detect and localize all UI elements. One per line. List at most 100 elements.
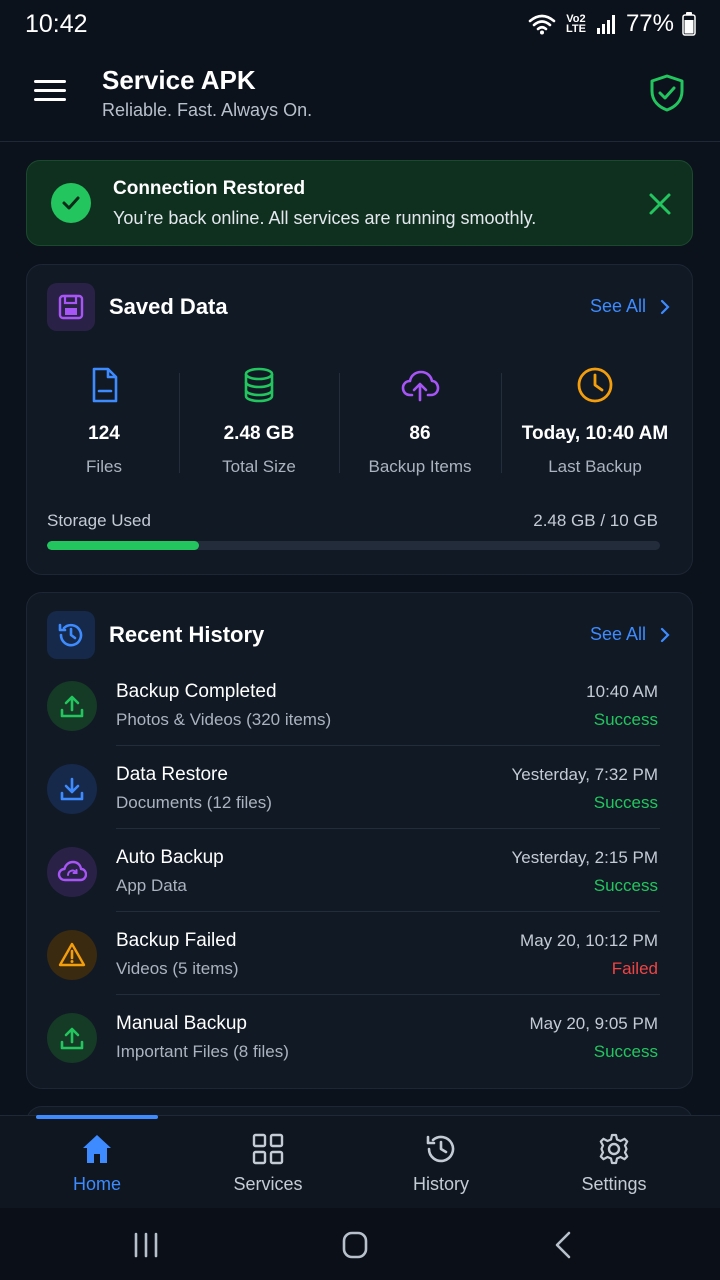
stat-label: Total Size [222,457,296,476]
warning-icon [47,930,97,980]
history-item-time: Yesterday, 2:15 PM [511,848,658,867]
history-item-subtitle: Documents (12 files) [116,793,272,812]
home-icon [83,1135,111,1163]
app-title: Service APK [102,65,256,95]
app-subtitle: Reliable. Fast. Always On. [102,100,313,120]
signal-icon [596,15,615,34]
history-item-subtitle: Photos & Videos (320 items) [116,710,332,729]
download-icon [47,764,97,814]
nav-label: Services [233,1174,303,1194]
nav-settings[interactable]: Settings [553,1116,675,1209]
close-icon[interactable] [645,189,675,219]
stat-value: 124 [88,423,120,444]
saved-data-card: Saved Data See All 124 Files 2.48 GB Tot… [26,264,693,575]
history-item-title: Auto Backup [116,847,224,868]
grid-icon [252,1133,284,1165]
gear-icon [599,1133,629,1165]
battery-icon [682,12,696,36]
menu-icon [34,80,66,83]
divider [339,373,340,473]
status-badge: Success [593,1042,658,1061]
file-icon [92,367,118,403]
nav-label: Settings [581,1174,647,1194]
history-item-time: May 20, 10:12 PM [520,931,658,950]
status-badge: Failed [611,959,658,978]
app-bar: Service APK Reliable. Fast. Always On. [0,48,720,142]
cloud-refresh-icon [47,847,97,897]
home-button-icon[interactable] [335,1230,375,1260]
saved-data-title: Saved Data [109,294,228,319]
status-icons: Vo2 LTE 77% [528,10,696,38]
see-all-label: See All [589,624,646,644]
nav-home[interactable]: Home [36,1116,158,1209]
save-icon [47,283,95,331]
stat-value: 2.48 GB [223,423,295,444]
stats-row: 124 Files 2.48 GB Total Size 86 Backup I… [27,365,694,485]
recent-history-title: Recent History [109,622,265,647]
history-icon [47,611,95,659]
history-item[interactable]: Backup Completed Photos & Videos (320 it… [27,663,694,746]
menu-button[interactable] [30,76,70,110]
stat-value: Today, 10:40 AM [521,423,669,444]
divider [501,373,502,473]
stat-value: 86 [409,423,431,444]
stat-label: Files [86,457,122,476]
status-time: 10:42 [25,9,88,38]
divider [179,373,180,473]
banner-message: You’re back online. All services are run… [113,208,537,228]
stat-last-backup: Today, 10:40 AM Last Backup [506,365,684,485]
chevron-right-icon [660,627,670,642]
status-badge: Success [593,876,658,895]
chevron-right-icon [660,299,670,314]
stat-backup-items: 86 Backup Items [344,365,496,485]
history-item-time: Yesterday, 7:32 PM [511,765,658,784]
banner-title: Connection Restored [113,178,306,199]
nav-label: History [412,1174,469,1194]
back-icon[interactable] [543,1230,583,1260]
storage-progress-bar [47,541,660,550]
nav-services[interactable]: Services [207,1116,329,1209]
check-circle-icon [51,183,91,223]
history-item-title: Data Restore [116,764,228,785]
recent-history-card: Recent History See All Backup Completed … [26,592,693,1089]
status-badge: Success [593,710,658,729]
stat-total-size: 2.48 GB Total Size [184,365,334,485]
storage-value: 2.48 GB / 10 GB [533,511,658,530]
history-item[interactable]: Manual Backup Important Files (8 files) … [27,995,694,1078]
shield-check-icon[interactable] [646,72,688,114]
history-icon [426,1135,455,1163]
upload-icon [47,1013,97,1063]
history-item-subtitle: App Data [116,876,187,895]
history-item-title: Manual Backup [116,1013,247,1034]
nav-history[interactable]: History [380,1116,502,1209]
status-bar: 10:42 Vo2 LTE 77% [0,0,720,48]
storage-label: Storage Used [47,511,151,530]
saved-data-see-all[interactable]: See All [590,296,670,317]
network-type-label: Vo2 LTE [565,13,586,35]
cloud-upload-icon [401,370,440,402]
wifi-icon [528,14,556,35]
battery-percent: 77% [625,10,674,37]
system-nav-bar [0,1208,720,1280]
stat-label: Last Backup [548,457,642,476]
history-item-title: Backup Failed [116,930,237,951]
stat-label: Backup Items [368,457,472,476]
connection-banner: Connection Restored You’re back online. … [26,160,693,246]
history-item[interactable]: Data Restore Documents (12 files) Yester… [27,746,694,829]
history-item-time: 10:40 AM [586,682,658,701]
recent-apps-icon[interactable] [126,1230,166,1260]
bottom-nav: Home Services History Settings [0,1115,720,1208]
history-item-subtitle: Videos (5 items) [116,959,239,978]
history-see-all[interactable]: See All [590,624,670,645]
history-item-subtitle: Important Files (8 files) [116,1042,289,1061]
history-item[interactable]: Backup Failed Videos (5 items) May 20, 1… [27,912,694,995]
clock-icon [577,367,613,403]
history-item[interactable]: Auto Backup App Data Yesterday, 2:15 PM … [27,829,694,912]
database-icon [244,367,274,403]
history-item-title: Backup Completed [116,681,277,702]
history-list: Backup Completed Photos & Videos (320 it… [27,663,694,1078]
upload-icon [47,681,97,731]
history-item-time: May 20, 9:05 PM [529,1014,658,1033]
status-badge: Success [593,793,658,812]
stat-files: 124 Files [39,365,169,485]
